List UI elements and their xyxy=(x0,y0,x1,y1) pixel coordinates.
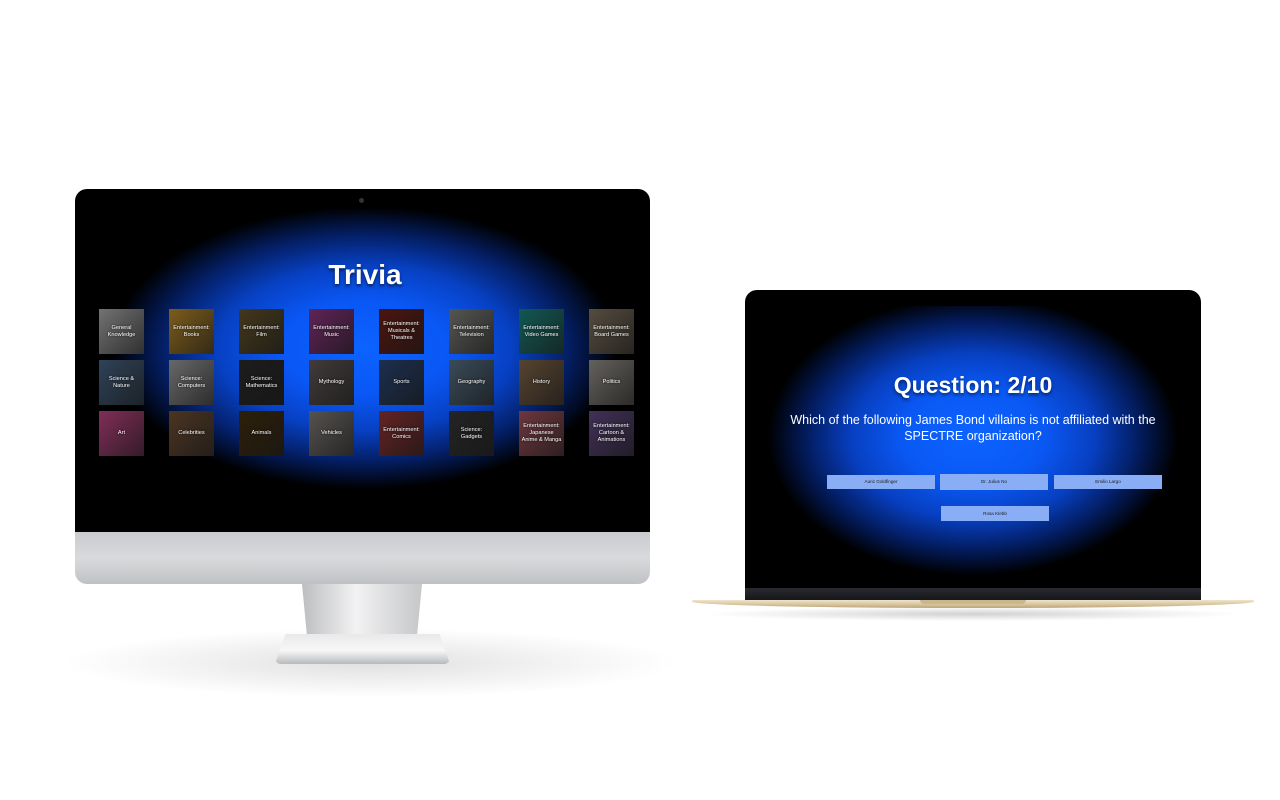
category-label: Vehicles xyxy=(321,430,342,436)
imac-display: Trivia General Knowledge Entertainment: B… xyxy=(75,189,650,532)
question-counter: Question: 2/10 xyxy=(893,372,1053,398)
category-tile[interactable]: Entertainment: Television xyxy=(449,309,494,354)
imac-stand-foot xyxy=(275,634,450,664)
category-label: Entertainment: Board Games xyxy=(593,324,630,338)
category-label: Entertainment: Comics xyxy=(383,426,420,440)
category-tile[interactable]: Vehicles xyxy=(309,411,354,456)
category-tile[interactable]: Politics xyxy=(589,360,634,405)
category-label: Art xyxy=(117,430,126,436)
camera-icon xyxy=(359,198,364,203)
category-label: Entertainment: Japanese Anime & Manga xyxy=(521,423,562,443)
category-tile[interactable]: Entertainment: Comics xyxy=(379,411,424,456)
category-label: Geography xyxy=(457,379,486,385)
category-label: Science: Mathematics xyxy=(245,375,278,389)
category-label: Sports xyxy=(393,379,410,385)
category-tile[interactable]: Entertainment: Cartoon & Animations xyxy=(589,411,634,456)
category-label: Entertainment: Music xyxy=(313,324,350,338)
category-tile[interactable]: Celebrities xyxy=(169,411,214,456)
category-tile[interactable]: Science & Nature xyxy=(99,360,144,405)
page-title: Trivia xyxy=(328,259,402,290)
category-label: Science: Gadgets xyxy=(460,426,483,440)
category-tile[interactable]: Entertainment: Film xyxy=(239,309,284,354)
answer-button[interactable]: Emilio Largo xyxy=(1054,475,1162,489)
category-tile[interactable]: Sports xyxy=(379,360,424,405)
category-tile[interactable]: General Knowledge xyxy=(99,309,144,354)
category-tile[interactable]: Entertainment: Music xyxy=(309,309,354,354)
category-tile[interactable]: Science: Computers xyxy=(169,360,214,405)
macbook-display: Question: 2/10 Which of the following Ja… xyxy=(745,290,1201,597)
category-label: Entertainment: Books xyxy=(173,324,210,338)
category-tile[interactable]: Geography xyxy=(449,360,494,405)
macbook-hinge xyxy=(745,588,1201,600)
category-label: Celebrities xyxy=(178,430,205,436)
answer-button[interactable]: Dr. Julius No xyxy=(940,474,1048,490)
category-tile[interactable]: Entertainment: Books xyxy=(169,309,214,354)
category-label: Science: Computers xyxy=(177,375,206,389)
category-label: Politics xyxy=(602,379,621,385)
category-tile[interactable]: Art xyxy=(99,411,144,456)
category-tile[interactable]: Entertainment: Musicals & Theatres xyxy=(379,309,424,354)
category-tile[interactable]: Entertainment: Board Games xyxy=(589,309,634,354)
category-label: Entertainment: Cartoon & Animations xyxy=(593,423,630,443)
macbook-shadow xyxy=(700,607,1246,621)
imac-chin xyxy=(75,532,650,584)
category-label: Entertainment: Musicals & Theatres xyxy=(383,321,420,341)
imac-stand-neck xyxy=(302,584,422,634)
category-label: History xyxy=(532,379,551,385)
category-tile[interactable]: Entertainment: Japanese Anime & Manga xyxy=(519,411,564,456)
category-label: Science & Nature xyxy=(108,375,135,389)
category-tile[interactable]: Mythology xyxy=(309,360,354,405)
trivia-home-screen: Trivia General Knowledge Entertainment: B… xyxy=(95,209,635,511)
category-tile[interactable]: Entertainment: Video Games xyxy=(519,309,564,354)
category-tile[interactable]: Science: Gadgets xyxy=(449,411,494,456)
quiz-screen: Question: 2/10 Which of the following Ja… xyxy=(767,306,1179,577)
category-label: General Knowledge xyxy=(107,324,136,338)
category-label: Animals xyxy=(251,430,272,436)
category-label: Mythology xyxy=(318,379,345,385)
answer-button[interactable]: Rosa Klebb xyxy=(941,506,1049,521)
category-tile[interactable]: History xyxy=(519,360,564,405)
category-tile[interactable]: Science: Mathematics xyxy=(239,360,284,405)
macbook-notch xyxy=(920,600,1026,604)
category-tile[interactable]: Animals xyxy=(239,411,284,456)
question-text: Which of the following James Bond villai… xyxy=(790,413,1156,443)
category-label: Entertainment: Video Games xyxy=(523,324,560,338)
category-label: Entertainment: Television xyxy=(453,324,490,338)
category-label: Entertainment: Film xyxy=(243,324,280,338)
answer-button[interactable]: Auric Goldfinger xyxy=(827,475,935,489)
